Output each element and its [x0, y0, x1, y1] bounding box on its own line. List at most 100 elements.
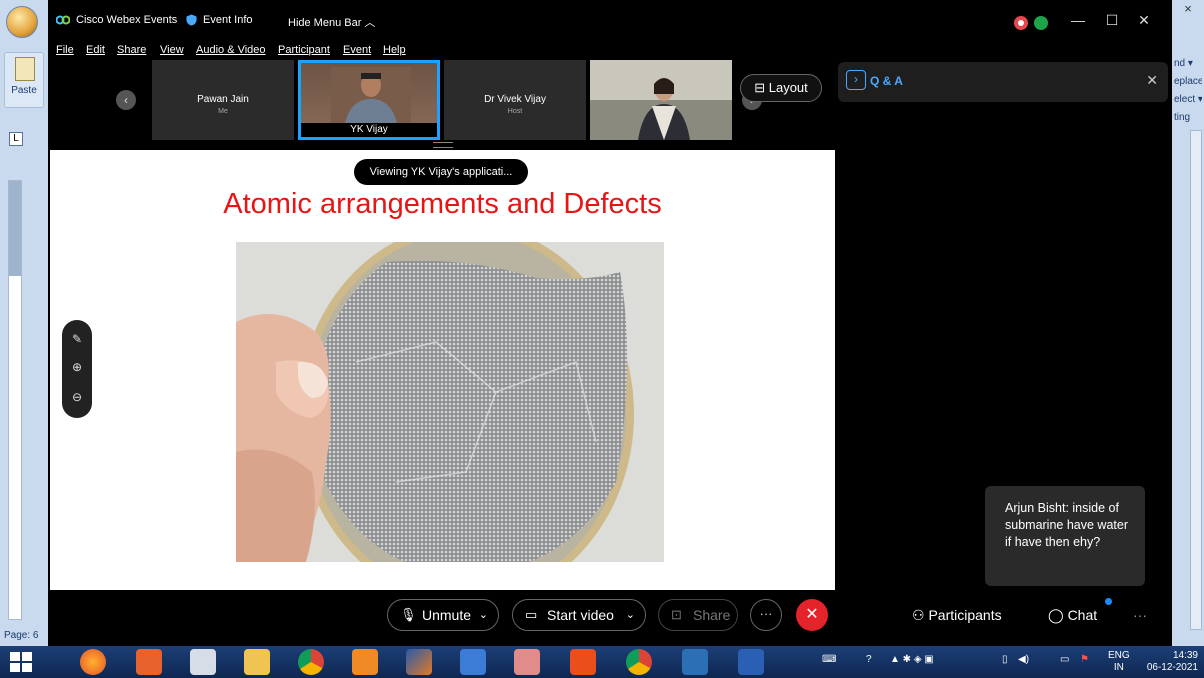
- slide-title: Atomic arrangements and Defects: [223, 188, 662, 220]
- webex-logo-icon: [56, 15, 70, 25]
- network-icon[interactable]: ▭: [1060, 654, 1069, 665]
- participant-tile-active[interactable]: YK Vijay: [298, 60, 440, 140]
- qa-panel-header: › Q & A ✕: [838, 62, 1168, 102]
- qa-close-button[interactable]: ✕: [1146, 72, 1158, 89]
- share-button[interactable]: ⊡ Share: [658, 599, 738, 631]
- windows-taskbar: ⌨ ? ▲ ✱ ◈ ▣ ▯ ◀) ▭ ⚑ ENG IN 14:39 06-12-…: [0, 646, 1204, 678]
- menu-edit[interactable]: Edit: [86, 44, 105, 56]
- participants-button[interactable]: ⚇ Participants: [912, 607, 1002, 624]
- zoom-out-icon[interactable]: ⊖: [62, 390, 92, 404]
- hide-menu-bar-button[interactable]: Hide Menu Bar ︿: [288, 14, 375, 30]
- start-button[interactable]: [10, 652, 32, 672]
- maximize-button[interactable]: ☐: [1098, 8, 1126, 32]
- share-icon: ⊡: [671, 607, 682, 622]
- battery-icon[interactable]: ▯: [1002, 654, 1008, 665]
- window-controls: — ☐ ✕: [1014, 8, 1164, 32]
- presentation-app-icon[interactable]: [570, 649, 596, 675]
- chrome-icon[interactable]: [298, 649, 324, 675]
- menu-file[interactable]: File: [56, 44, 74, 56]
- mic-off-icon: 🎙︎: [400, 607, 417, 622]
- webex-taskbar-icon[interactable]: [682, 649, 708, 675]
- leave-meeting-button[interactable]: ✕: [796, 599, 828, 631]
- vertical-ruler: [8, 180, 22, 620]
- layout-button[interactable]: ⊟ Layout: [740, 74, 822, 102]
- participant-name: Pawan Jain: [197, 94, 249, 105]
- chat-notification[interactable]: Arjun Bisht: inside of submarine have wa…: [985, 486, 1145, 586]
- participant-video: [590, 60, 732, 140]
- qa-title: Q & A: [870, 74, 903, 88]
- office-button[interactable]: [6, 6, 38, 38]
- event-info-button[interactable]: Event Info: [203, 14, 253, 26]
- notification-icon[interactable]: ⚑: [1080, 654, 1089, 665]
- menu-participant[interactable]: Participant: [278, 44, 330, 56]
- chevron-down-icon[interactable]: ⌄: [479, 600, 488, 630]
- title-bar: Cisco Webex Events Event Info Hide Menu …: [48, 0, 1172, 42]
- participant-tile[interactable]: Pawan Jain Me: [152, 60, 294, 140]
- menu-bar: File Edit Share View Audio & Video Parti…: [48, 42, 1172, 60]
- more-panels-button[interactable]: ···: [1133, 607, 1147, 623]
- select-item[interactable]: elect ▾: [1172, 94, 1202, 105]
- close-button[interactable]: ✕: [1130, 8, 1158, 32]
- panel-drag-handle[interactable]: [433, 142, 453, 148]
- expand-icon[interactable]: ›: [846, 70, 866, 90]
- word-close-button[interactable]: ×: [1172, 0, 1204, 20]
- participant-tile[interactable]: [590, 60, 732, 140]
- tray-apps-icon[interactable]: ▲ ✱ ◈ ▣: [890, 654, 934, 665]
- menu-view[interactable]: View: [160, 44, 184, 56]
- sharing-indicator: Viewing YK Vijay's applicati...: [354, 159, 528, 185]
- participant-role: Host: [507, 108, 523, 115]
- find-item[interactable]: nd ▾: [1172, 58, 1202, 69]
- help-icon[interactable]: ?: [866, 654, 872, 665]
- python-icon[interactable]: [460, 649, 486, 675]
- slides-app-icon[interactable]: [136, 649, 162, 675]
- chevron-down-icon[interactable]: ⌄: [626, 600, 635, 630]
- slide-photo: [236, 242, 664, 562]
- participant-role: Me: [218, 108, 228, 115]
- word-scrollbar[interactable]: [1190, 130, 1202, 630]
- paste-label: Paste: [11, 85, 37, 96]
- paint-icon[interactable]: [514, 649, 540, 675]
- shared-slide: Atomic arrangements and Defects: [50, 150, 835, 590]
- pdf-app-icon[interactable]: [352, 649, 378, 675]
- meeting-controls: 🎙︎ Unmute ⌄ ▭ Start video ⌄ ⊡ Share ··· …: [48, 596, 1172, 636]
- participant-video-name: YK Vijay: [301, 123, 437, 137]
- annotate-pen-icon[interactable]: ✎: [62, 332, 92, 346]
- zoom-in-icon[interactable]: ⊕: [62, 360, 92, 374]
- minimize-button[interactable]: —: [1064, 8, 1092, 32]
- word-icon[interactable]: [738, 649, 764, 675]
- system-clock[interactable]: 14:39 06-12-2021: [1147, 650, 1198, 674]
- menu-audio-video[interactable]: Audio & Video: [196, 44, 266, 56]
- chrome-profile-icon[interactable]: [626, 649, 652, 675]
- volume-icon[interactable]: ◀): [1018, 654, 1029, 665]
- start-video-button[interactable]: ▭ Start video ⌄: [512, 599, 646, 631]
- menu-event[interactable]: Event: [343, 44, 371, 56]
- word-right-pane: × nd ▾ eplace elect ▾ ting: [1172, 0, 1204, 646]
- participant-tile[interactable]: Dr Vivek Vijay Host: [444, 60, 586, 140]
- firefox-icon[interactable]: [80, 649, 106, 675]
- unmute-button[interactable]: 🎙︎ Unmute ⌄: [387, 599, 499, 631]
- app-title: Cisco Webex Events: [76, 14, 178, 26]
- menu-share[interactable]: Share: [117, 44, 146, 56]
- participant-strip: ‹ Pawan Jain Me YK Vijay Dr Vivek Vijay …: [108, 60, 828, 142]
- video-off-icon: ▭: [525, 607, 538, 622]
- matlab-icon[interactable]: [406, 649, 432, 675]
- more-options-button[interactable]: ···: [750, 599, 782, 631]
- recording-icon[interactable]: [1014, 16, 1028, 30]
- notes-app-icon[interactable]: [190, 649, 216, 675]
- word-left-pane: Paste L Page: 6: [0, 0, 48, 646]
- editing-item: ting: [1174, 112, 1191, 123]
- chat-unread-badge: [1105, 598, 1112, 605]
- replace-item[interactable]: eplace: [1172, 76, 1202, 87]
- webex-window: Cisco Webex Events Event Info Hide Menu …: [48, 0, 1172, 646]
- menu-help[interactable]: Help: [383, 44, 406, 56]
- ruler-toggle[interactable]: L: [9, 132, 23, 146]
- chat-button[interactable]: ◯ Chat: [1048, 607, 1097, 624]
- keyboard-icon[interactable]: ⌨: [822, 654, 836, 665]
- participant-video: [331, 67, 411, 123]
- network-health-icon[interactable]: [1034, 16, 1048, 30]
- language-indicator[interactable]: ENG IN: [1108, 650, 1130, 674]
- file-explorer-icon[interactable]: [244, 649, 270, 675]
- clipboard-icon: [15, 57, 35, 81]
- paste-button[interactable]: Paste: [4, 52, 44, 108]
- strip-prev-button[interactable]: ‹: [116, 90, 136, 110]
